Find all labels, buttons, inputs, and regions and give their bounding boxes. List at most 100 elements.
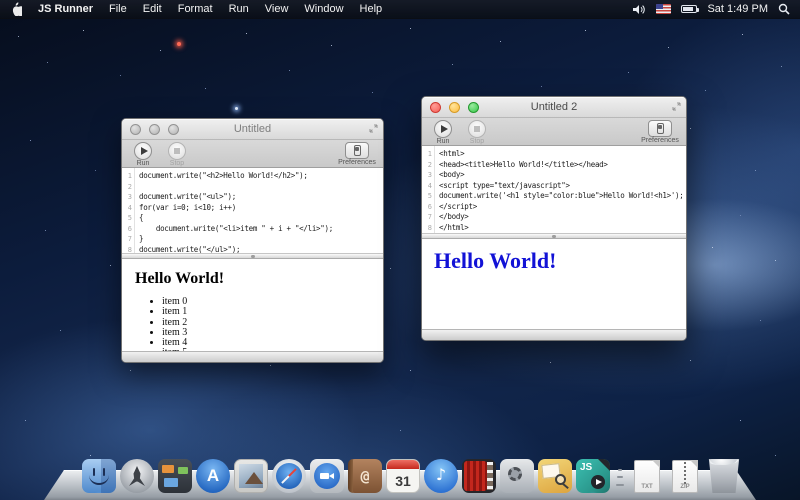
dock-icon-zip-file[interactable]: ZIP — [668, 459, 702, 493]
preferences-button[interactable]: Preferences — [335, 142, 379, 166]
code-line[interactable]: <head><title>Hello World!</title></head> — [439, 160, 686, 171]
splitter-handle-icon — [552, 235, 556, 238]
line-numbers: 12345678 — [122, 168, 135, 253]
spotlight-icon[interactable] — [778, 3, 790, 15]
list-item: item 1 — [162, 307, 383, 317]
code-line[interactable]: document.write("</ul>"); — [139, 245, 383, 254]
code-editor[interactable]: 12345678 <html><head><title>Hello World!… — [422, 146, 686, 233]
code-line[interactable]: <html> — [439, 149, 686, 160]
line-number: 1 — [422, 149, 432, 160]
dock-divider — [614, 459, 626, 493]
input-source-flag-icon[interactable] — [656, 4, 671, 14]
dock-icon-finder[interactable] — [82, 459, 116, 493]
list-item: item 3 — [162, 328, 383, 338]
zoom-button[interactable] — [468, 102, 479, 113]
code-editor[interactable]: 12345678 document.write("<h2>Hello World… — [122, 168, 383, 253]
menu-edit[interactable]: Edit — [143, 3, 162, 15]
code-text[interactable]: <html><head><title>Hello World!</title><… — [439, 146, 686, 233]
code-line[interactable]: </script> — [439, 202, 686, 213]
preferences-button[interactable]: Preferences — [638, 120, 682, 144]
dock-icon-address-book[interactable] — [348, 459, 382, 493]
dock-icon-mail[interactable] — [234, 459, 268, 493]
code-line[interactable]: <body> — [439, 170, 686, 181]
fullscreen-icon[interactable] — [369, 124, 378, 133]
dock-icon-mission-control[interactable] — [158, 459, 192, 493]
code-line[interactable]: </body> — [439, 212, 686, 223]
code-line[interactable]: </html> — [439, 223, 686, 234]
line-number: 5 — [122, 213, 132, 224]
output-heading: Hello World! — [434, 248, 686, 274]
switch-icon — [354, 145, 361, 156]
code-line[interactable]: document.write("<h2>Hello World!</h2>"); — [139, 171, 383, 182]
fullscreen-icon[interactable] — [672, 102, 681, 111]
line-numbers: 12345678 — [422, 146, 435, 233]
desktop: JS Runner File Edit Format Run View Window Hel… — [0, 0, 800, 500]
titlebar[interactable]: Untitled 2 — [422, 97, 686, 118]
menu-help[interactable]: Help — [360, 3, 383, 15]
apple-icon — [10, 2, 22, 16]
stop-icon — [474, 126, 480, 132]
switch-icon — [657, 123, 664, 134]
close-button[interactable] — [430, 102, 441, 113]
menu-view[interactable]: View — [265, 3, 289, 15]
battery-icon[interactable] — [681, 5, 697, 13]
window-untitled-2: Untitled 2 Run Stop Preferences 12345678… — [421, 96, 687, 341]
stop-button[interactable]: Stop — [162, 142, 192, 167]
bottom-bar — [422, 329, 686, 340]
titlebar[interactable]: Untitled — [122, 119, 383, 140]
menu-bar: JS Runner File Edit Format Run View Window Hel… — [0, 0, 800, 19]
toolbar: Run Stop Preferences — [122, 140, 383, 168]
minimize-button[interactable] — [149, 124, 160, 135]
menu-bar-clock[interactable]: Sat 1:49 PM — [707, 3, 768, 15]
dock-icon-itunes[interactable] — [424, 459, 458, 493]
menu-format[interactable]: Format — [178, 3, 213, 15]
preferences-label: Preferences — [638, 137, 682, 144]
code-line[interactable] — [139, 182, 383, 193]
dock-icon-preview[interactable] — [538, 459, 572, 493]
dock-icon-facetime[interactable] — [310, 459, 344, 493]
stop-label: Stop — [162, 160, 192, 167]
dock-icon-app-store[interactable] — [196, 459, 230, 493]
menu-run[interactable]: Run — [229, 3, 249, 15]
volume-icon[interactable] — [633, 4, 646, 15]
play-icon — [441, 125, 448, 133]
dock-icon-js-runner[interactable]: JS — [576, 459, 610, 493]
line-number: 6 — [422, 202, 432, 213]
code-line[interactable]: for(var i=0; i<10; i++) — [139, 203, 383, 214]
dock-icons: 31 JS TXTZIP — [82, 457, 742, 493]
dock-icon-system-preferences[interactable] — [500, 459, 534, 493]
code-line[interactable]: { — [139, 213, 383, 224]
menu-file[interactable]: File — [109, 3, 127, 15]
line-number: 4 — [122, 203, 132, 214]
dock-icon-photo-booth[interactable] — [462, 459, 496, 493]
output-pane: Hello World! item 0item 1item 2item 3ite… — [122, 259, 383, 351]
dock-icon-safari[interactable] — [272, 459, 306, 493]
zoom-button[interactable] — [168, 124, 179, 135]
list-item: item 5 — [162, 348, 383, 351]
bright-star — [235, 107, 238, 110]
dock-icon-trash[interactable] — [706, 457, 742, 493]
run-button[interactable]: Run — [128, 142, 158, 167]
code-line[interactable]: <script type="text/javascript"> — [439, 181, 686, 192]
apple-menu[interactable] — [10, 2, 22, 16]
run-button[interactable]: Run — [428, 120, 458, 145]
dock-icon-txt-file[interactable]: TXT — [630, 459, 664, 493]
code-line[interactable]: } — [139, 234, 383, 245]
code-line[interactable]: document.write('<h1 style="color:blue">H… — [439, 191, 686, 202]
code-text[interactable]: document.write("<h2>Hello World!</h2>");… — [139, 168, 383, 253]
code-line[interactable]: document.write("<ul>"); — [139, 192, 383, 203]
menu-window[interactable]: Window — [304, 3, 343, 15]
dock-icon-ical[interactable]: 31 — [386, 459, 420, 493]
close-button[interactable] — [130, 124, 141, 135]
line-number: 6 — [122, 224, 132, 235]
app-menu[interactable]: JS Runner — [38, 3, 93, 15]
bottom-bar — [122, 351, 383, 362]
line-number: 3 — [422, 170, 432, 181]
dock-icon-launchpad[interactable] — [120, 459, 154, 493]
play-icon — [141, 147, 148, 155]
minimize-button[interactable] — [449, 102, 460, 113]
line-number: 8 — [422, 223, 432, 234]
output-list: item 0item 1item 2item 3item 4item 5 — [122, 297, 383, 351]
stop-button[interactable]: Stop — [462, 120, 492, 145]
code-line[interactable]: document.write("<li>item " + i + "</li>"… — [139, 224, 383, 235]
